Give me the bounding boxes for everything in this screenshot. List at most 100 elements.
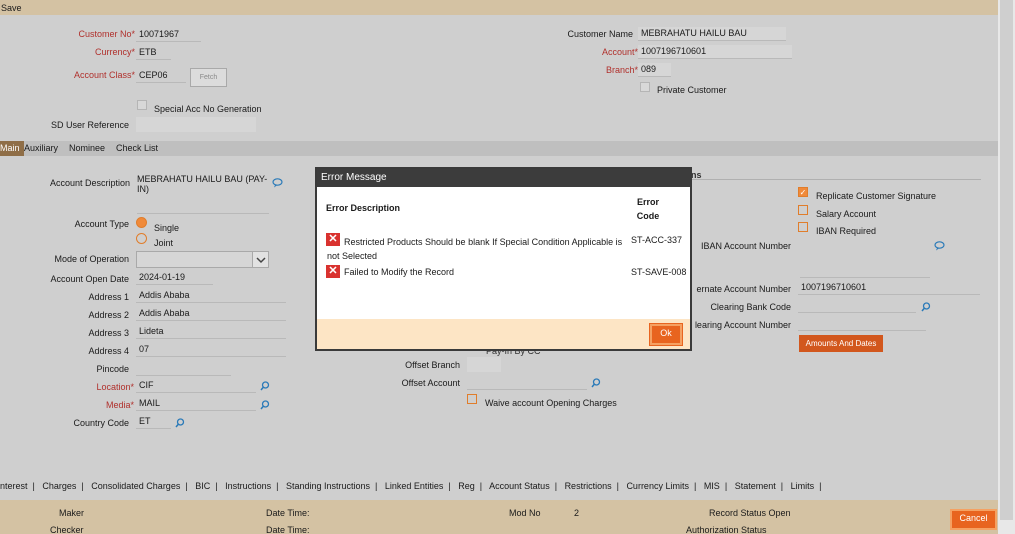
account-description-field[interactable]: MEBRAHATU HAILU BAU (PAY-IN)	[137, 174, 269, 214]
bottom-tab-bar: nterest | Charges | Consolidated Charges…	[0, 481, 822, 491]
currency-field[interactable]: ETB	[136, 46, 171, 60]
error-x-icon: ✕	[326, 265, 340, 278]
tab-linked-entities[interactable]: Linked Entities	[385, 481, 444, 491]
comment-icon[interactable]	[934, 241, 945, 251]
tab-restrictions[interactable]: Restrictions	[565, 481, 612, 491]
salary-account-checkbox[interactable]	[798, 205, 808, 215]
currency-label: Currency*	[94, 47, 135, 57]
account-open-date-label: Account Open Date	[50, 274, 129, 284]
record-status: Record Status Open	[709, 508, 791, 518]
single-label: Single	[154, 223, 180, 233]
address3-field[interactable]: Lideta	[136, 325, 286, 339]
clearing-account-field[interactable]	[798, 317, 926, 331]
iban-required-checkbox[interactable]	[798, 222, 808, 232]
account-field[interactable]: 1007196710601	[638, 45, 792, 59]
account-open-date-field[interactable]: 2024-01-19	[136, 271, 213, 285]
private-customer-checkbox[interactable]	[640, 82, 650, 92]
tab-check-list[interactable]: Check List	[112, 141, 162, 156]
search-icon[interactable]	[175, 418, 185, 428]
alternate-account-label: ernate Account Number	[696, 284, 791, 294]
search-icon[interactable]	[591, 378, 601, 388]
tab-nominee[interactable]: Nominee	[65, 141, 109, 156]
maker-label: Maker	[59, 508, 85, 518]
checker-date-time-label: Date Time:	[266, 525, 310, 534]
audit-footer	[0, 500, 998, 534]
private-customer-label: Private Customer	[657, 85, 727, 95]
address1-field[interactable]: Addis Ababa	[136, 289, 286, 303]
offset-account-field[interactable]	[467, 376, 587, 390]
tab-charges[interactable]: Charges	[42, 481, 76, 491]
pincode-field[interactable]	[136, 362, 231, 376]
offset-account-label: Offset Account	[401, 378, 460, 388]
mod-no-label: Mod No	[509, 508, 541, 518]
tab-account-status[interactable]: Account Status	[489, 481, 550, 491]
tab-standing-instructions[interactable]: Standing Instructions	[286, 481, 370, 491]
tab-auxiliary[interactable]: Auxiliary	[20, 141, 62, 156]
vertical-scrollbar[interactable]	[998, 0, 1015, 534]
customer-name-label: Customer Name	[567, 29, 633, 39]
search-icon[interactable]	[260, 400, 270, 410]
tab-reg[interactable]: Reg	[458, 481, 475, 491]
tab-consolidated-charges[interactable]: Consolidated Charges	[91, 481, 180, 491]
waive-charges-checkbox[interactable]	[467, 394, 477, 404]
tab-interest[interactable]: nterest	[0, 481, 28, 491]
address4-field[interactable]: 07	[136, 343, 286, 357]
account-class-field[interactable]: CEP06	[136, 69, 186, 83]
cancel-button[interactable]: Cancel	[950, 509, 997, 530]
clearing-account-label: learing Account Number	[694, 320, 791, 330]
address2-label: Address 2	[88, 310, 129, 320]
search-icon[interactable]	[260, 381, 270, 391]
tab-currency-limits[interactable]: Currency Limits	[626, 481, 689, 491]
maker-date-time-label: Date Time:	[266, 508, 310, 518]
scrollbar-thumb[interactable]	[1000, 0, 1013, 520]
customer-no-label: Customer No*	[78, 29, 135, 39]
error-description: Restricted Products Should be blank If S…	[327, 237, 623, 261]
mode-of-operation-select[interactable]	[136, 251, 269, 268]
single-radio[interactable]	[136, 217, 147, 228]
special-acc-label: Special Acc No Generation	[154, 104, 262, 114]
authorization-status-label: Authorization Status	[686, 525, 767, 534]
iban-account-number-field[interactable]	[800, 264, 930, 278]
branch-field[interactable]: 089	[638, 63, 671, 77]
ok-button[interactable]: Ok	[649, 323, 683, 346]
pincode-label: Pincode	[96, 364, 129, 374]
amounts-and-dates-button[interactable]: Amounts And Dates	[799, 335, 883, 352]
account-description-label: Account Description	[49, 178, 130, 188]
save-button[interactable]: Save	[1, 3, 22, 13]
address4-label: Address 4	[88, 346, 129, 356]
country-code-label: Country Code	[73, 418, 129, 428]
tab-mis[interactable]: MIS	[704, 481, 720, 491]
location-field[interactable]: CIF	[136, 379, 256, 393]
comment-icon[interactable]	[272, 178, 283, 188]
branch-label: Branch*	[605, 65, 638, 75]
special-acc-checkbox[interactable]	[137, 100, 147, 110]
tab-bic[interactable]: BIC	[195, 481, 210, 491]
mode-of-operation-label: Mode of Operation	[54, 254, 129, 264]
fetch-button[interactable]: Fetch	[190, 68, 227, 87]
location-label: Location*	[96, 382, 134, 392]
sd-user-reference-field[interactable]	[136, 117, 256, 132]
tab-limits[interactable]: Limits	[791, 481, 815, 491]
replicate-signature-checkbox[interactable]: ✓	[798, 187, 808, 197]
alternate-account-field[interactable]: 1007196710601	[798, 281, 980, 295]
address1-label: Address 1	[88, 292, 129, 302]
tab-instructions[interactable]: Instructions	[225, 481, 271, 491]
iban-account-number-label: IBAN Account Number	[700, 241, 791, 251]
media-field[interactable]: MAIL	[136, 397, 256, 411]
search-icon[interactable]	[921, 302, 931, 312]
customer-name-field: MEBRAHATU HAILU BAU	[638, 27, 786, 41]
country-code-field[interactable]: ET	[136, 415, 171, 429]
clearing-bank-code-label: Clearing Bank Code	[710, 302, 791, 312]
offset-branch-field[interactable]	[467, 357, 501, 372]
clearing-bank-code-field[interactable]	[798, 299, 916, 313]
mod-no-value: 2	[574, 508, 580, 518]
customer-no-field[interactable]: 10071967	[136, 28, 201, 42]
joint-radio[interactable]	[136, 233, 147, 244]
error-code: ST-SAVE-008	[631, 267, 687, 277]
address2-field[interactable]: Addis Ababa	[136, 307, 286, 321]
salary-account-label: Salary Account	[816, 209, 877, 219]
tab-statement[interactable]: Statement	[735, 481, 776, 491]
account-label: Account*	[601, 47, 638, 57]
chevron-down-icon[interactable]	[252, 252, 268, 267]
replicate-signature-label: Replicate Customer Signature	[816, 191, 937, 201]
